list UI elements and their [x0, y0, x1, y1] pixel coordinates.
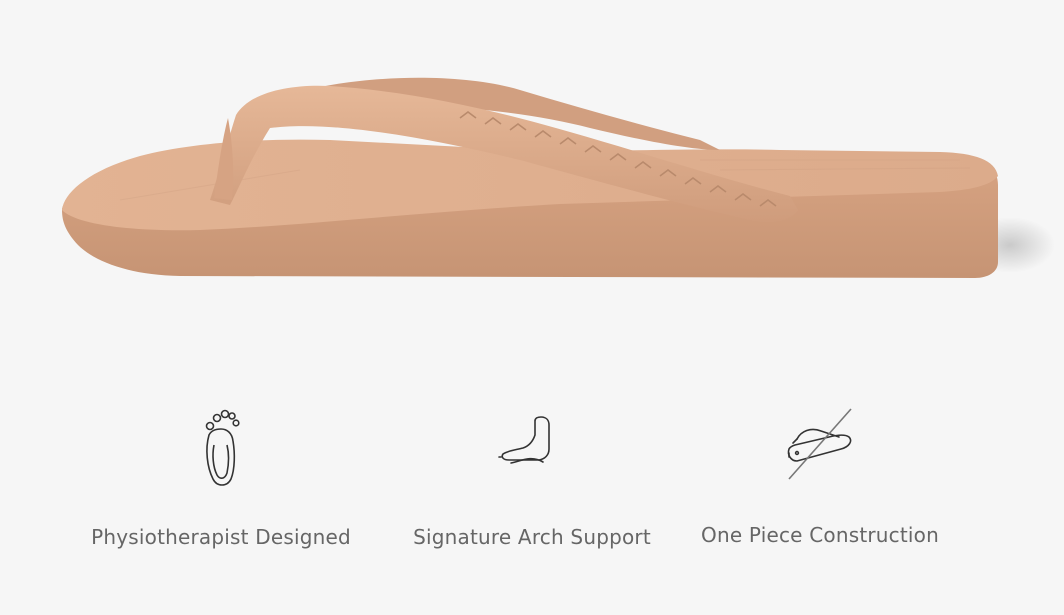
feature-label: One Piece Construction	[701, 523, 939, 547]
foot-arch-icon	[497, 405, 567, 469]
flip-flop-image	[62, 77, 1055, 278]
footprint-icon	[199, 405, 243, 493]
product-image	[0, 0, 1064, 330]
feature-label: Physiotherapist Designed	[91, 525, 351, 549]
page: Physiotherapist Designed Signature Arch …	[0, 0, 1064, 615]
feature-list: Physiotherapist Designed Signature Arch …	[0, 405, 1064, 575]
sandal-no-strap-joint-icon	[783, 405, 857, 487]
feature-label: Signature Arch Support	[413, 525, 651, 549]
